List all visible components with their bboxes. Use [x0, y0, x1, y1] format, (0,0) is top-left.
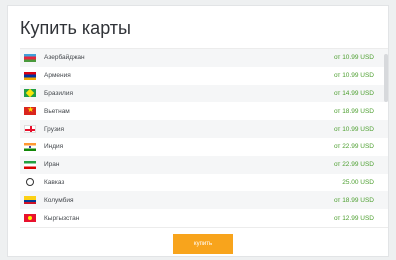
iran-flag-icon	[24, 160, 36, 169]
country-name: Иран	[44, 161, 60, 169]
country-name: Вьетнам	[44, 107, 70, 115]
armenia-flag-icon	[24, 71, 36, 80]
country-name: Бразилия	[44, 89, 73, 97]
india-flag-icon	[24, 142, 36, 151]
country-price: от 10.99 USD	[333, 125, 374, 133]
country-name: Кыргызстан	[44, 214, 80, 222]
country-price: от 14.99 USD	[333, 89, 374, 97]
country-row-caucasus[interactable]: Кавказ 25.00 USD	[20, 174, 388, 192]
country-price: от 22.99 USD	[333, 143, 374, 151]
country-price: от 10.99 USD	[333, 54, 374, 62]
list-scrollbar[interactable]	[384, 54, 388, 102]
brazil-flag-icon	[24, 89, 36, 98]
country-name: Индия	[44, 143, 64, 151]
country-list: Азербайджан от 10.99 USD Армения от 10.9…	[20, 48, 388, 228]
buy-button[interactable]: купить	[173, 234, 233, 254]
region-icon	[24, 178, 36, 187]
colombia-flag-icon	[24, 196, 36, 205]
country-price: 25.00 USD	[342, 178, 374, 186]
country-price: от 18.99 USD	[333, 196, 374, 204]
country-name: Кавказ	[44, 178, 65, 186]
buy-cards-modal: Купить карты Азербайджан от 10.99 USD Ар…	[7, 5, 389, 257]
country-row-armenia[interactable]: Армения от 10.99 USD	[20, 67, 388, 85]
kyrgyzstan-flag-icon	[24, 214, 36, 223]
modal-title: Купить карты	[20, 18, 131, 38]
country-price: от 18.99 USD	[333, 107, 374, 115]
country-row-vietnam[interactable]: Вьетнам от 18.99 USD	[20, 102, 388, 120]
country-name: Армения	[44, 72, 71, 80]
country-row-colombia[interactable]: Колумбия от 18.99 USD	[20, 191, 388, 210]
country-row-india[interactable]: Индия от 22.99 USD	[20, 138, 388, 156]
country-name: Азербайджан	[44, 54, 85, 62]
country-row-kyrgyzstan[interactable]: Кыргызстан от 12.99 USD	[20, 209, 388, 227]
country-row-brazil[interactable]: Бразилия от 14.99 USD	[20, 84, 388, 103]
country-price: от 10.99 USD	[333, 72, 374, 80]
country-price: от 22.99 USD	[333, 161, 374, 169]
country-row-iran[interactable]: Иран от 22.99 USD	[20, 155, 388, 174]
country-row-georgia[interactable]: Грузия от 10.99 USD	[20, 120, 388, 138]
azerbaijan-flag-icon	[24, 53, 36, 62]
country-name: Колумбия	[44, 196, 74, 204]
country-name: Грузия	[44, 125, 65, 133]
country-price: от 12.99 USD	[333, 214, 374, 222]
country-row-azerbaijan[interactable]: Азербайджан от 10.99 USD	[20, 49, 388, 67]
vietnam-flag-icon	[24, 107, 36, 116]
georgia-flag-icon	[24, 125, 36, 134]
